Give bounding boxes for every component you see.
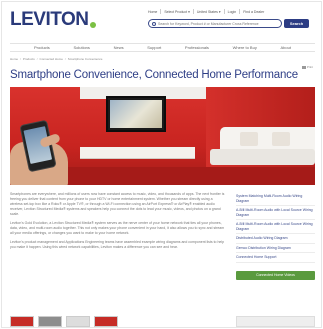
divider bbox=[223, 9, 225, 14]
divider bbox=[192, 9, 194, 14]
leviton-logo[interactable]: LEVITON bbox=[10, 7, 96, 31]
main-nav: Products Solutions News Support Professi… bbox=[10, 43, 315, 52]
sidebar-link[interactable]: A-B/Ⅱ Multi-Room Audio with Local Source… bbox=[236, 220, 315, 234]
sofa-seat bbox=[210, 149, 315, 165]
cushion bbox=[240, 132, 258, 146]
hero-image bbox=[10, 87, 315, 185]
cushion bbox=[272, 132, 290, 146]
search-bar: Search bbox=[148, 19, 309, 28]
breadcrumb-home[interactable]: Home bbox=[10, 57, 18, 61]
breadcrumb-separator: / bbox=[64, 57, 66, 61]
nav-about[interactable]: About bbox=[280, 45, 290, 50]
print-label: Print bbox=[306, 65, 313, 69]
divider bbox=[160, 9, 162, 14]
logo-text: LEVITON bbox=[10, 8, 89, 30]
breadcrumb: Home / Products / Connected Home / Smartpho… bbox=[10, 57, 102, 61]
util-select-product[interactable]: Select Product ▾ bbox=[164, 10, 190, 14]
tv-screen bbox=[110, 100, 162, 128]
util-login[interactable]: Login bbox=[228, 10, 237, 14]
search-box[interactable] bbox=[148, 19, 282, 28]
chevron-down-icon: ▾ bbox=[218, 9, 221, 14]
sidebar-link[interactable]: Distributed Audio Wiring Diagram bbox=[236, 234, 315, 244]
util-home[interactable]: Home bbox=[148, 10, 157, 14]
tv-icon bbox=[106, 96, 166, 132]
hand-holding-phone bbox=[10, 102, 78, 185]
sidebar: System Matching Multi-Room Audio Wiring … bbox=[236, 192, 315, 280]
body-paragraph: Leviton's product management and Applica… bbox=[10, 240, 225, 249]
sidebar-link[interactable]: A-B/Ⅱ Multi-Room Audio with Local Source… bbox=[236, 206, 315, 220]
thumbnail-image[interactable] bbox=[10, 316, 34, 327]
nav-where-to-buy[interactable]: Where to Buy bbox=[233, 45, 257, 50]
nav-professionals[interactable]: Professionals bbox=[185, 45, 209, 50]
body-paragraph: Leviton's Gold Evolution, a Leviton Stru… bbox=[10, 221, 225, 235]
search-button[interactable]: Search bbox=[284, 19, 309, 28]
media-cabinet bbox=[80, 147, 195, 159]
body-content: Smartphones are everywhere, and millions… bbox=[10, 192, 225, 254]
print-icon bbox=[301, 65, 306, 69]
thumbnail-image[interactable] bbox=[66, 316, 90, 327]
nav-products[interactable]: Products bbox=[34, 45, 50, 50]
nav-solutions[interactable]: Solutions bbox=[73, 45, 89, 50]
sidebar-link[interactable]: System Matching Multi-Room Audio Wiring … bbox=[236, 192, 315, 206]
breadcrumb-separator: / bbox=[20, 57, 21, 61]
divider bbox=[239, 9, 241, 14]
thumbnail-image[interactable] bbox=[38, 316, 62, 327]
footer-promo bbox=[236, 316, 315, 327]
search-input[interactable] bbox=[158, 21, 278, 26]
utility-nav: Home Select Product ▾ United States ▾ Logi… bbox=[148, 9, 264, 14]
nav-support[interactable]: Support bbox=[147, 45, 161, 50]
nav-news[interactable]: News bbox=[114, 45, 124, 50]
search-icon bbox=[152, 21, 156, 26]
web-page: LEVITON Home Select Product ▾ United Stat… bbox=[1, 1, 322, 328]
body-paragraph: Smartphones are everywhere, and millions… bbox=[10, 192, 225, 216]
util-find-dealer[interactable]: Find a Dealer bbox=[243, 10, 264, 14]
breadcrumb-separator: / bbox=[36, 57, 38, 61]
breadcrumb-connected-home[interactable]: Connected Home bbox=[40, 57, 63, 61]
util-country[interactable]: United States ▾ bbox=[197, 10, 221, 14]
sidebar-link[interactable]: Connected Home Support bbox=[236, 253, 315, 263]
print-link[interactable]: Print bbox=[301, 65, 313, 69]
breadcrumb-products[interactable]: Products bbox=[23, 57, 35, 61]
page-title: Smartphone Convenience, Connected Home P… bbox=[10, 69, 298, 81]
connected-home-videos-button[interactable]: Connected Home Videos bbox=[236, 270, 315, 280]
footer-thumbnails bbox=[10, 316, 118, 327]
thumbnail-image[interactable] bbox=[94, 316, 118, 327]
logo-dot-icon bbox=[89, 22, 96, 28]
sidebar-link[interactable]: Gemco Distribution Wiring Diagram bbox=[236, 244, 315, 253]
breadcrumb-current: Smartphone Convenience bbox=[67, 57, 103, 61]
chevron-down-icon: ▾ bbox=[188, 9, 190, 14]
